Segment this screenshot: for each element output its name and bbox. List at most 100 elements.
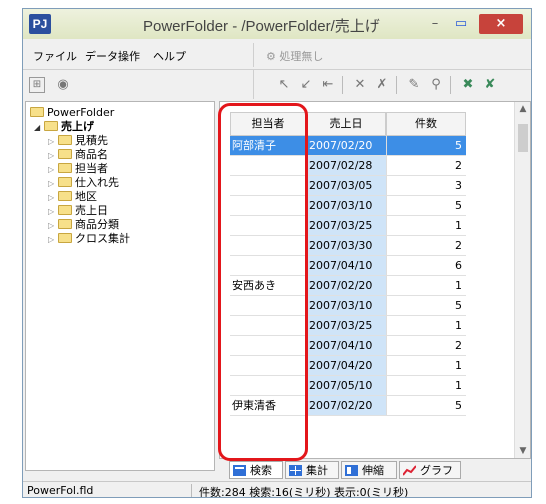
cell-date[interactable]: 2007/03/25 <box>306 216 386 236</box>
arrow-up-left-icon[interactable]: ↖ <box>274 76 294 94</box>
column-header-person[interactable]: 担当者 <box>230 112 306 136</box>
cell-date[interactable]: 2007/03/10 <box>306 196 386 216</box>
collapse-arrow-icon[interactable]: ▷ <box>48 163 58 177</box>
close-filter-icon[interactable]: ✖ <box>458 76 478 94</box>
cell-date[interactable]: 2007/04/10 <box>306 256 386 276</box>
table-icon[interactable]: ⊞ <box>29 77 45 93</box>
cell-date[interactable]: 2007/02/20 <box>306 276 386 296</box>
maximize-button[interactable]: ▭ <box>449 14 473 34</box>
minimize-button[interactable]: – <box>423 14 447 34</box>
cell-date[interactable]: 2007/04/10 <box>306 336 386 356</box>
cell-date[interactable]: 2007/04/20 <box>306 356 386 376</box>
cell-person[interactable] <box>230 216 306 236</box>
cell-date[interactable]: 2007/02/20 <box>306 396 386 416</box>
cross-alt-icon[interactable]: ✗ <box>372 76 392 94</box>
cell-count[interactable]: 5 <box>386 136 466 156</box>
pin-icon[interactable]: ⚲ <box>426 76 446 94</box>
tree-item[interactable]: ▷ 商品分類 <box>48 218 119 232</box>
tree-item[interactable]: ▷ 見積先 <box>48 134 108 148</box>
scroll-down-icon[interactable]: ▼ <box>515 446 530 456</box>
cell-person[interactable] <box>230 336 306 356</box>
menu-bar: ファイル データ操作 ヘルプ <box>23 43 253 67</box>
tab-resize[interactable]: 伸縮 <box>341 461 397 479</box>
cell-count[interactable]: 5 <box>386 196 466 216</box>
scroll-thumb[interactable] <box>518 124 528 152</box>
hold-button[interactable]: ⚙ 処理無し <box>266 48 323 64</box>
cell-count[interactable]: 5 <box>386 296 466 316</box>
close-filter-alt-icon[interactable]: ✘ <box>480 76 500 94</box>
cell-person[interactable]: 安西あき <box>230 276 306 296</box>
tree-item[interactable]: ▷ 担当者 <box>48 162 108 176</box>
cell-person[interactable] <box>230 356 306 376</box>
cell-person[interactable] <box>230 156 306 176</box>
cell-date[interactable]: 2007/02/28 <box>306 156 386 176</box>
cell-count[interactable]: 1 <box>386 276 466 296</box>
column-header-count[interactable]: 件数 <box>386 112 466 136</box>
cell-date[interactable]: 2007/03/10 <box>306 296 386 316</box>
cell-person[interactable] <box>230 236 306 256</box>
menu-data[interactable]: データ操作 <box>85 48 140 64</box>
arrow-left-icon[interactable]: ⇤ <box>318 76 338 94</box>
cell-date[interactable]: 2007/03/30 <box>306 236 386 256</box>
eye-icon[interactable]: ◉ <box>53 76 73 94</box>
cell-count[interactable]: 1 <box>386 356 466 376</box>
tab-graph[interactable]: グラフ <box>399 461 461 479</box>
cell-person[interactable] <box>230 256 306 276</box>
cell-count[interactable]: 1 <box>386 316 466 336</box>
collapse-arrow-icon[interactable]: ▷ <box>48 233 58 247</box>
collapse-arrow-icon[interactable]: ▷ <box>48 191 58 205</box>
cell-count[interactable]: 2 <box>386 236 466 256</box>
cell-person[interactable] <box>230 376 306 396</box>
cell-person[interactable] <box>230 316 306 336</box>
scroll-up-icon[interactable]: ▲ <box>515 104 530 114</box>
tree-item[interactable]: ▷ 仕入れ先 <box>48 176 119 190</box>
hold-label: 処理無し <box>279 50 324 63</box>
cell-count[interactable]: 1 <box>386 376 466 396</box>
title-bar[interactable]: PJ PowerFolder - /PowerFolder/売上げ – ▭ × <box>23 9 531 39</box>
cell-person[interactable] <box>230 176 306 196</box>
collapse-arrow-icon[interactable]: ▷ <box>48 135 58 149</box>
cell-date[interactable]: 2007/02/20 <box>306 136 386 156</box>
cell-date[interactable]: 2007/05/10 <box>306 376 386 396</box>
status-file: PowerFol.fld <box>27 484 94 497</box>
status-info: 件数:284 検索:16(ミリ秒) 表示:0(ミリ秒) <box>199 486 409 498</box>
bottom-tabs: 検索 集計 伸縮 グラフ <box>219 461 531 479</box>
collapse-arrow-icon[interactable]: ▷ <box>48 219 58 233</box>
cell-date[interactable]: 2007/03/05 <box>306 176 386 196</box>
folder-icon <box>58 177 72 187</box>
cell-count[interactable]: 3 <box>386 176 466 196</box>
collapse-arrow-icon[interactable]: ▷ <box>48 177 58 191</box>
eraser-icon[interactable]: ✎ <box>404 76 424 94</box>
cell-count[interactable]: 2 <box>386 336 466 356</box>
collapse-arrow-icon[interactable]: ▷ <box>48 149 58 163</box>
folder-icon <box>58 149 72 159</box>
collapse-arrow-icon[interactable]: ▷ <box>48 205 58 219</box>
cell-person[interactable] <box>230 196 306 216</box>
tab-search[interactable]: 検索 <box>229 461 283 479</box>
tree-item[interactable]: ▷ 商品名 <box>48 148 108 162</box>
tree-item-selected[interactable]: ◢ 売上げ <box>34 120 94 134</box>
expand-arrow-icon[interactable]: ◢ <box>34 121 44 135</box>
menu-help[interactable]: ヘルプ <box>153 48 186 64</box>
cell-count[interactable]: 5 <box>386 396 466 416</box>
tree-item[interactable]: ▷ クロス集計 <box>48 232 130 246</box>
tree-item[interactable]: ▷ 売上日 <box>48 204 108 218</box>
column-header-date[interactable]: 売上日 <box>306 112 386 136</box>
arrow-down-left-icon[interactable]: ↙ <box>296 76 316 94</box>
vertical-scrollbar[interactable]: ▲ ▼ <box>514 102 530 458</box>
cell-person[interactable]: 阿部清子 <box>230 136 306 156</box>
cross-icon[interactable]: ✕ <box>350 76 370 94</box>
toolbar-left: ⊞ ◉ <box>23 69 253 99</box>
tree-root[interactable]: PowerFolder <box>30 106 114 120</box>
toolbar-separator <box>396 76 397 94</box>
menu-file[interactable]: ファイル <box>33 48 77 64</box>
tree-item[interactable]: ▷ 地区 <box>48 190 97 204</box>
tab-summary[interactable]: 集計 <box>285 461 339 479</box>
cell-count[interactable]: 6 <box>386 256 466 276</box>
cell-person[interactable]: 伊東清香 <box>230 396 306 416</box>
cell-count[interactable]: 1 <box>386 216 466 236</box>
close-button[interactable]: × <box>479 14 523 34</box>
cell-person[interactable] <box>230 296 306 316</box>
cell-date[interactable]: 2007/03/25 <box>306 316 386 336</box>
cell-count[interactable]: 2 <box>386 156 466 176</box>
